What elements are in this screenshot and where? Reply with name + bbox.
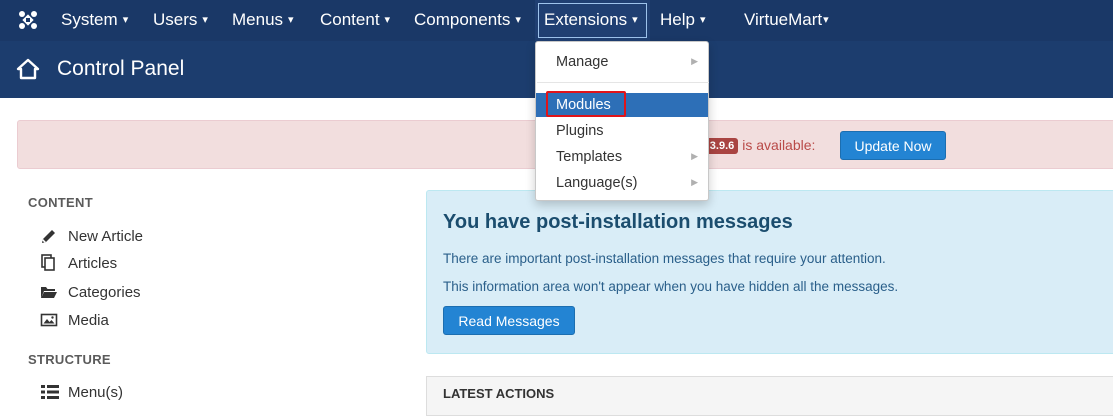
chevron-down-icon: ▾ bbox=[823, 14, 829, 26]
folder-icon bbox=[41, 287, 57, 298]
menu-item-manage[interactable]: Manage ▶ bbox=[536, 50, 708, 74]
joomla-logo-icon[interactable] bbox=[18, 10, 38, 30]
version-badge: 3.9.6 bbox=[705, 138, 739, 154]
menu-system[interactable]: System ▾ bbox=[61, 0, 128, 41]
structure-heading: STRUCTURE bbox=[28, 352, 111, 367]
menu-help[interactable]: Help ▾ bbox=[660, 0, 706, 41]
menus-label: Menu(s) bbox=[68, 384, 124, 401]
post-install-line-2: This information area won't appear when … bbox=[443, 279, 899, 294]
content-heading: CONTENT bbox=[28, 195, 93, 210]
post-install-title: You have post-installation messages bbox=[443, 211, 793, 233]
media-label: Media bbox=[68, 312, 109, 329]
menu-item-manage-label: Manage bbox=[556, 54, 609, 70]
list-icon bbox=[41, 385, 59, 399]
chevron-down-icon: ▾ bbox=[632, 14, 638, 26]
chevron-right-icon: ▶ bbox=[691, 177, 698, 187]
chevron-right-icon: ▶ bbox=[691, 56, 698, 66]
menu-help-label: Help bbox=[660, 10, 695, 29]
extensions-dropdown: Manage ▶ Modules Plugins Templates ▶ Lan… bbox=[535, 41, 709, 201]
categories-label: Categories bbox=[68, 284, 141, 301]
menu-menus-label: Menus bbox=[232, 10, 284, 29]
menu-virtuemart[interactable]: VirtueMart▾ bbox=[744, 0, 829, 41]
stack-icon bbox=[41, 254, 55, 271]
chevron-down-icon: ▾ bbox=[699, 14, 706, 26]
chevron-down-icon: ▾ bbox=[288, 14, 294, 26]
menu-extensions-label: Extensions bbox=[544, 10, 628, 29]
menu-item-templates[interactable]: Templates ▶ bbox=[536, 145, 708, 169]
post-install-line-1: There are important post-installation me… bbox=[443, 251, 886, 266]
modules-annotation-box bbox=[546, 91, 626, 117]
menu-system-label: System bbox=[61, 10, 118, 29]
chevron-right-icon: ▶ bbox=[691, 151, 698, 161]
menu-divider bbox=[537, 82, 709, 83]
menu-item-plugins[interactable]: Plugins bbox=[536, 119, 708, 143]
read-messages-button[interactable]: Read Messages bbox=[443, 306, 575, 335]
home-icon bbox=[16, 58, 40, 80]
menu-components-label: Components bbox=[414, 10, 511, 29]
chevron-down-icon: ▾ bbox=[384, 14, 391, 26]
menu-virtuemart-label: VirtueMart bbox=[744, 10, 823, 29]
menu-extensions[interactable]: Extensions ▾ bbox=[535, 0, 650, 41]
menu-item-templates-label: Templates bbox=[556, 149, 623, 165]
image-icon bbox=[40, 313, 58, 327]
menu-users-label: Users bbox=[153, 10, 198, 29]
menu-item-plugins-label: Plugins bbox=[556, 123, 604, 139]
new-article-label: New Article bbox=[68, 228, 144, 245]
chevron-down-icon: ▾ bbox=[202, 14, 208, 26]
menu-components[interactable]: Components ▾ bbox=[414, 0, 521, 41]
latest-actions-title: LATEST ACTIONS bbox=[443, 386, 555, 401]
menu-item-languages-label: Language(s) bbox=[556, 175, 638, 191]
page-title: Control Panel bbox=[57, 57, 185, 80]
alert-suffix: is available: bbox=[742, 137, 816, 153]
chevron-down-icon: ▾ bbox=[515, 14, 521, 26]
pencil-icon bbox=[42, 230, 55, 243]
update-now-button[interactable]: Update Now bbox=[840, 131, 946, 160]
top-menu-bar: System ▾ Users ▾ Menus ▾ Content ▾ Component… bbox=[0, 0, 1113, 41]
menu-content-label: Content bbox=[320, 10, 380, 29]
menu-item-languages[interactable]: Language(s) ▶ bbox=[536, 171, 708, 195]
articles-label: Articles bbox=[68, 255, 118, 272]
menu-content[interactable]: Content ▾ bbox=[320, 0, 390, 41]
menu-menus[interactable]: Menus ▾ bbox=[232, 0, 294, 41]
menu-users[interactable]: Users ▾ bbox=[153, 0, 208, 41]
chevron-down-icon: ▾ bbox=[122, 14, 129, 26]
